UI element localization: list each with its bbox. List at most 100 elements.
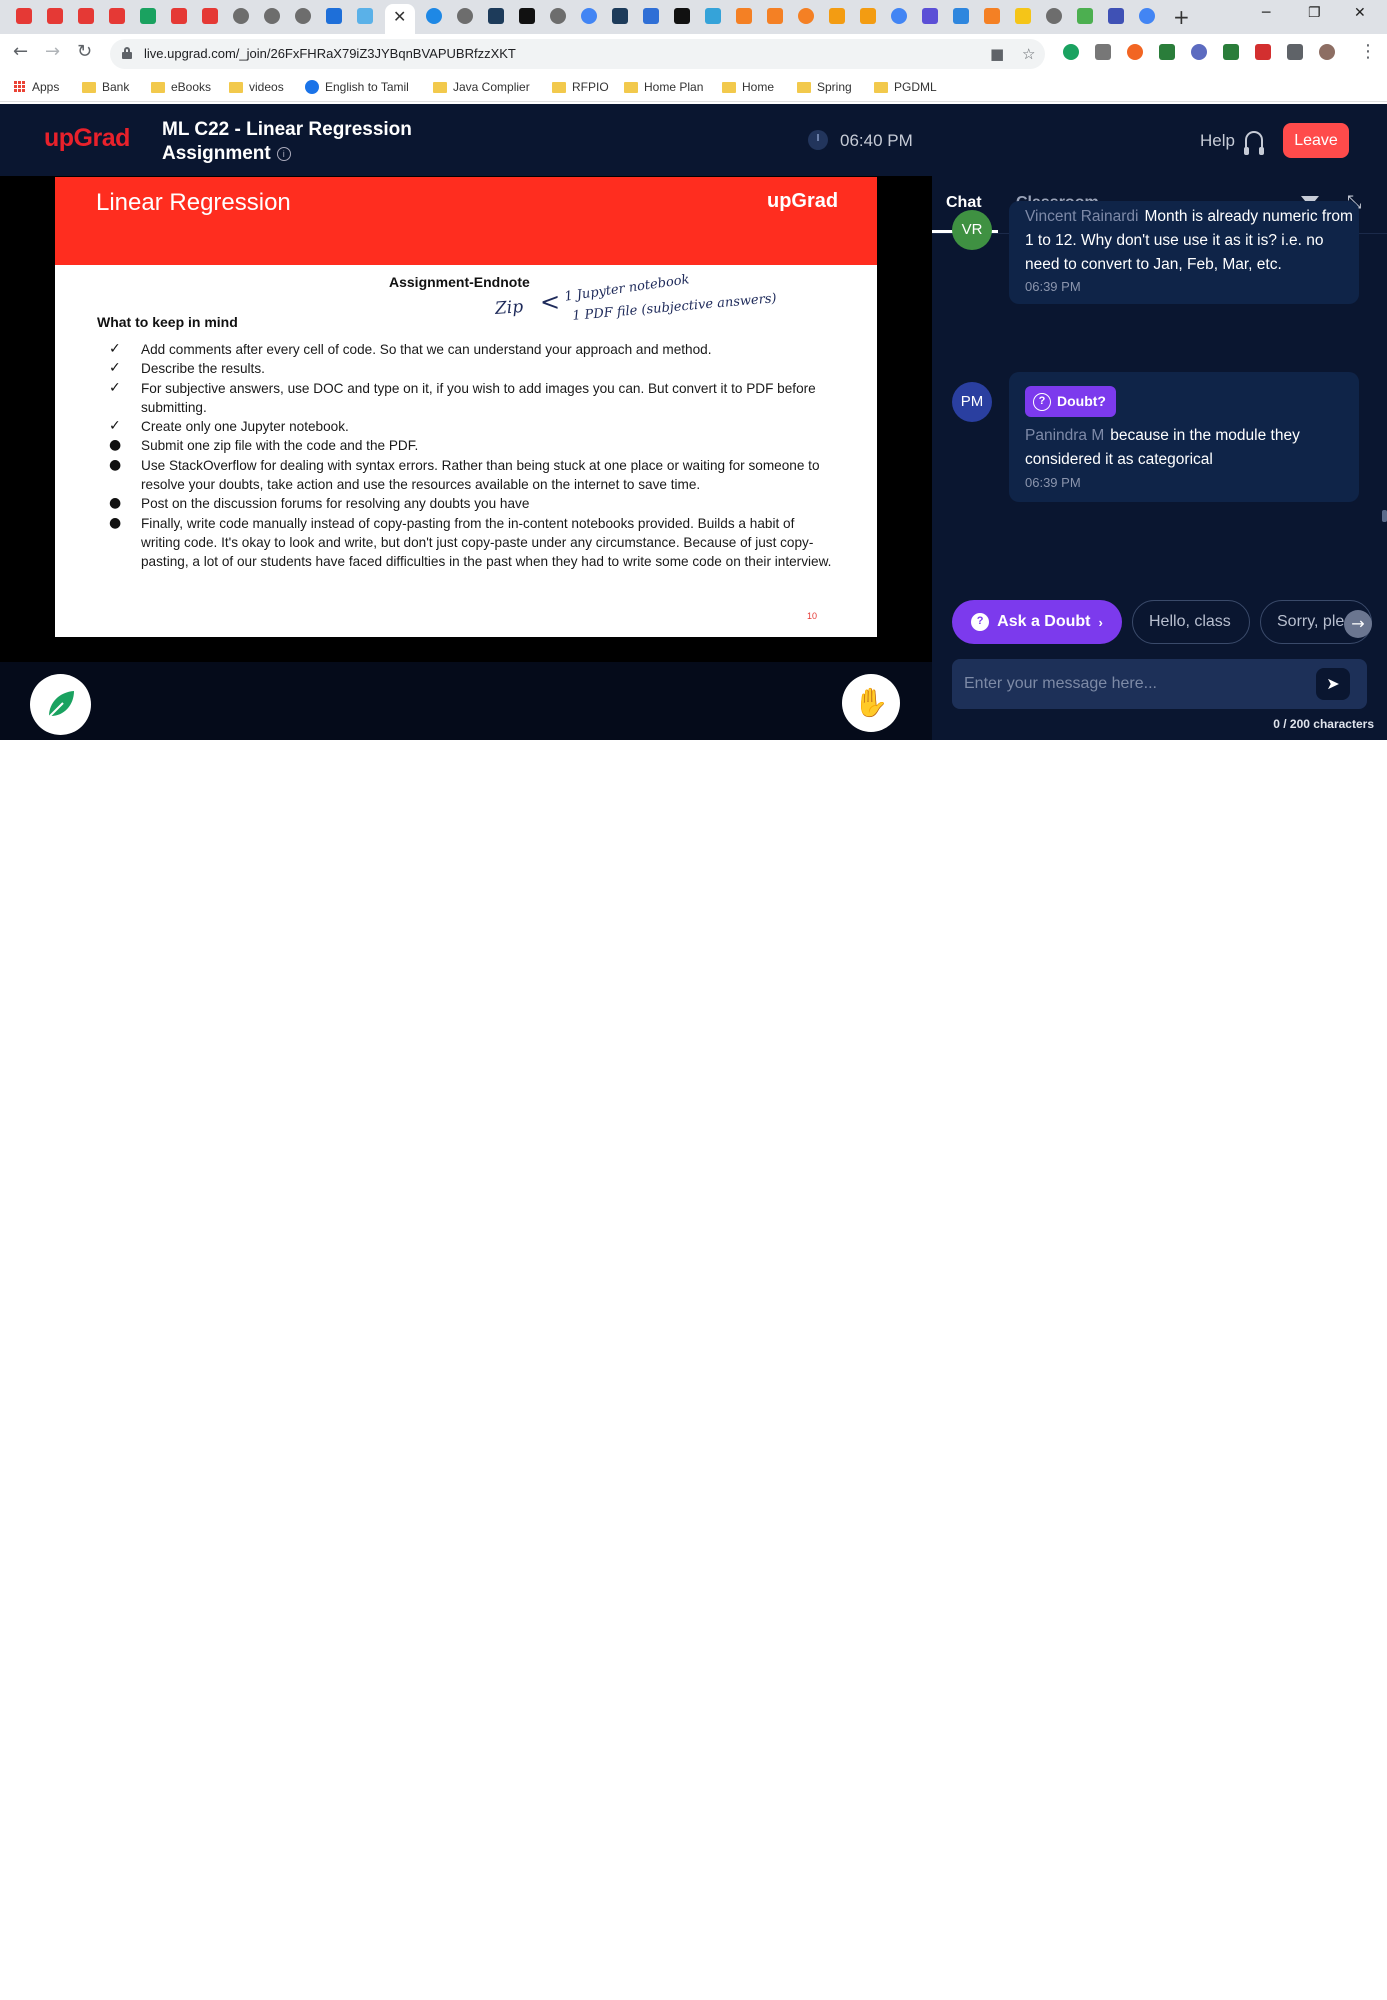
tab-favicon-icon[interactable] (140, 8, 156, 24)
bookmark-pgdml[interactable]: PGDML (874, 80, 937, 94)
bookmark-english-to-tamil[interactable]: English to Tamil (305, 80, 409, 94)
tab-favicon-icon[interactable] (78, 8, 94, 24)
bookmark-videos[interactable]: videos (229, 80, 284, 94)
puzzle-icon[interactable] (1287, 44, 1303, 60)
tab-favicon-icon[interactable] (171, 8, 187, 24)
tab-favicon-icon[interactable] (326, 8, 342, 24)
restore-icon[interactable]: ❐ (1308, 5, 1321, 21)
raise-hand-button[interactable]: ✋ (842, 674, 900, 732)
headset-icon[interactable] (1244, 131, 1264, 155)
slide-bullet: ✓ For subjective answers, use DOC and typ… (97, 379, 837, 418)
extension-icon[interactable] (1159, 44, 1175, 60)
profile-avatar[interactable] (1319, 44, 1335, 60)
doubt-badge-label: Doubt? (1057, 393, 1106, 409)
tab-favicon-icon[interactable] (860, 8, 876, 24)
bookmark-ebooks[interactable]: eBooks (151, 80, 211, 94)
arrow-right-icon[interactable]: → (1344, 610, 1372, 638)
tab-favicon-icon[interactable] (202, 8, 218, 24)
back-icon[interactable]: ← (13, 41, 28, 62)
bookmark-label: English to Tamil (325, 80, 409, 94)
folder-icon (624, 81, 638, 93)
tab-favicon-icon[interactable] (922, 8, 938, 24)
quick-reply-row: ? Ask a Doubt › Hello, class Sorry, ple … (932, 600, 1387, 648)
send-button[interactable]: ➤ (1316, 668, 1350, 700)
tab-favicon-icon[interactable] (829, 8, 845, 24)
tab-favicon-icon[interactable] (705, 8, 721, 24)
tab-favicon-icon[interactable] (488, 8, 504, 24)
handwritten-zip: Zip (494, 297, 524, 319)
slide-bullet-text: Add comments after every cell of code. S… (141, 342, 712, 357)
tab-favicon-icon[interactable] (109, 8, 125, 24)
tab-favicon-icon[interactable] (891, 8, 907, 24)
tab-favicon-icon[interactable] (674, 8, 690, 24)
slide-bullet-text: Submit one zip file with the code and th… (141, 438, 419, 454)
bookmark-rfpio[interactable]: RFPIO (552, 80, 609, 94)
tab-favicon-icon[interactable] (233, 8, 249, 24)
extension-icon[interactable] (1095, 44, 1111, 60)
tab-favicon-icon[interactable] (1108, 8, 1124, 24)
chat-message: ? Doubt? Panindra Mbecause in the module… (1009, 372, 1359, 502)
tab-favicon-icon[interactable] (47, 8, 63, 24)
address-bar[interactable]: live.upgrad.com/_join/26FxFHRaX79iZ3JYBq… (110, 39, 1045, 69)
tab-favicon-icon[interactable] (581, 8, 597, 24)
tab-favicon-icon[interactable] (264, 8, 280, 24)
bookmark-apps[interactable]: Apps (14, 80, 59, 94)
tab-favicon-icon[interactable] (357, 8, 373, 24)
tab-favicon-icon[interactable] (1077, 8, 1093, 24)
tab-favicon-icon[interactable] (953, 8, 969, 24)
message-input[interactable] (952, 659, 1367, 709)
tab-favicon-icon[interactable] (798, 8, 814, 24)
ask-doubt-button[interactable]: ? Ask a Doubt › (952, 600, 1122, 644)
leaf-button[interactable] (30, 674, 91, 735)
extension-icon[interactable] (1127, 44, 1143, 60)
folder-icon (229, 81, 243, 93)
tab-favicon-icon[interactable] (984, 8, 1000, 24)
tab-favicon-icon[interactable] (295, 8, 311, 24)
tab-favicon-icon[interactable] (1139, 8, 1155, 24)
extension-icon[interactable] (1223, 44, 1239, 60)
quick-reply-chip[interactable]: Hello, class (1132, 600, 1250, 644)
bookmark-spring[interactable]: Spring (797, 80, 852, 94)
forward-icon[interactable]: → (45, 41, 60, 62)
tab-close-icon[interactable]: ✕ (393, 7, 406, 26)
menu-kebab-icon[interactable]: ⋮ (1359, 41, 1377, 62)
tab-favicon-icon[interactable] (457, 8, 473, 24)
tab-favicon-icon[interactable] (426, 8, 442, 24)
minimize-icon[interactable]: ─ (1262, 5, 1270, 21)
star-icon[interactable]: ☆ (1022, 45, 1035, 63)
presentation-slide: Linear Regression upGrad Assignment-Endn… (55, 177, 877, 637)
chat-scrollbar[interactable] (1382, 510, 1387, 522)
handwritten-bracket-icon: < (540, 288, 561, 316)
extension-icon[interactable] (1063, 44, 1079, 60)
reload-icon[interactable]: ↻ (77, 41, 92, 62)
tab-favicon-icon[interactable] (550, 8, 566, 24)
tab-favicon-icon[interactable] (519, 8, 535, 24)
help-button[interactable]: Help (1200, 131, 1235, 151)
close-window-icon[interactable]: ✕ (1354, 5, 1366, 21)
leave-button[interactable]: Leave (1283, 123, 1349, 158)
bookmark-java-complier[interactable]: Java Complier (433, 80, 530, 94)
extension-icon[interactable] (1191, 44, 1207, 60)
tab-favicon-icon[interactable] (767, 8, 783, 24)
translate-icon (305, 80, 319, 94)
tab-favicon-icon[interactable] (612, 8, 628, 24)
tick-mark-icon: ✓ (109, 418, 121, 435)
tab-favicon-icon[interactable] (1015, 8, 1031, 24)
slide-bullet-text: Use StackOverflow for dealing with synta… (141, 457, 820, 493)
tab-favicon-icon[interactable] (1046, 8, 1062, 24)
tab-favicon-icon[interactable] (643, 8, 659, 24)
tab-favicon-icon[interactable] (16, 8, 32, 24)
extension-icon[interactable] (1255, 44, 1271, 60)
doubt-badge[interactable]: ? Doubt? (1025, 386, 1116, 417)
info-icon[interactable]: i (276, 146, 291, 161)
new-tab-icon[interactable]: + (1173, 5, 1190, 29)
message-body: Vincent Rainardi Month is already numeric… (1025, 205, 1355, 277)
tab-chat[interactable]: Chat (946, 194, 982, 212)
tab-favicon-icon[interactable] (736, 8, 752, 24)
bookmark-home[interactable]: Home (722, 80, 774, 94)
bookmark-label: Bank (102, 80, 130, 94)
bookmark-home-plan[interactable]: Home Plan (624, 80, 703, 94)
upgrad-logo[interactable]: upGrad (44, 124, 130, 153)
bookmark-bank[interactable]: Bank (82, 80, 129, 94)
camera-icon[interactable]: ■ (990, 45, 1004, 63)
